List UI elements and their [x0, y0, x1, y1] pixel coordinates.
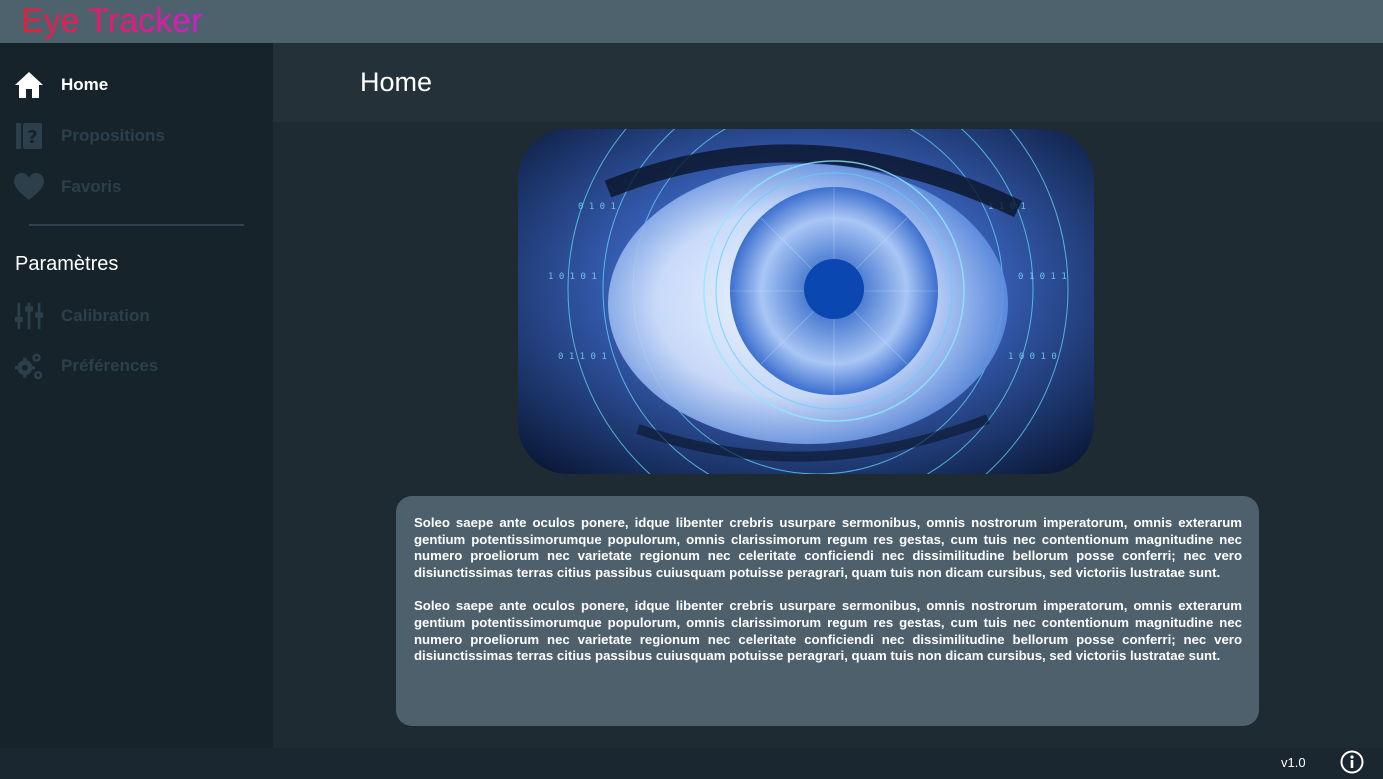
sidebar-item-label: Home [61, 75, 109, 94]
sidebar-item-label: Propositions [61, 126, 165, 145]
svg-text:0 1 0 1 1: 0 1 0 1 1 [1018, 272, 1067, 282]
svg-text:0 1 0 1: 0 1 0 1 [578, 202, 616, 212]
app-title: Eye Tracker [21, 0, 202, 43]
sidebar-item-preferences[interactable]: Préférences [0, 341, 273, 391]
sidebar: Home ? Propositions Favoris Paramètres C… [0, 43, 273, 777]
app-bar: Eye Tracker [0, 0, 1383, 43]
version-label: v1.0 [1281, 755, 1306, 770]
footer [0, 748, 1383, 777]
home-icon [14, 70, 44, 100]
description-card: Soleo saepe ante oculos ponere, idque li… [396, 496, 1259, 726]
sidebar-divider [29, 224, 244, 226]
eye-hero-image: 1 0 1 0 1 0 1 1 0 1 0 1 0 1 1 1 0 0 1 0 … [518, 129, 1094, 474]
svg-text:1 0 0 1 0: 1 0 0 1 0 [1008, 352, 1057, 362]
description-paragraph: Soleo saepe ante oculos ponere, idque li… [414, 598, 1242, 664]
page-title: Home [360, 67, 433, 97]
info-icon[interactable] [1340, 750, 1364, 774]
sidebar-item-favoris[interactable]: Favoris [0, 162, 273, 212]
gears-icon [14, 351, 44, 381]
sidebar-item-label: Favoris [61, 177, 122, 196]
main-content: Home 1 0 1 0 1 0 1 1 0 1 0 1 0 1 1 1 0 0… [273, 43, 1383, 748]
question-book-icon: ? [14, 121, 44, 151]
svg-text:1 0 1 0 1: 1 0 1 0 1 [548, 272, 597, 282]
settings-section-title: Paramètres [15, 253, 119, 275]
description-paragraph: Soleo saepe ante oculos ponere, idque li… [414, 515, 1242, 580]
sidebar-item-label: Préférences [61, 356, 159, 375]
svg-text:0 1 1 0 1: 0 1 1 0 1 [558, 352, 607, 362]
sidebar-item-label: Calibration [61, 306, 150, 325]
svg-text:?: ? [27, 127, 37, 148]
heart-icon [14, 172, 44, 202]
sidebar-item-propositions[interactable]: ? Propositions [0, 111, 273, 161]
sidebar-item-home[interactable]: Home [0, 60, 273, 110]
content-header: Home [273, 43, 1383, 122]
sidebar-item-calibration[interactable]: Calibration [0, 291, 273, 341]
sliders-icon [14, 301, 44, 331]
